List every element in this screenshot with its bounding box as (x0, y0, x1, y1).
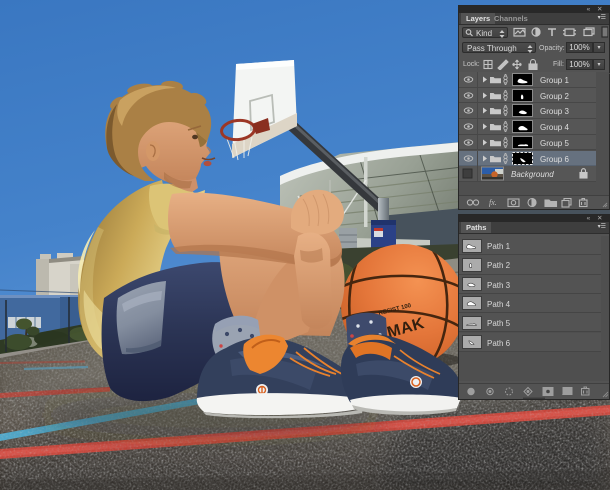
svg-text:fx.: fx. (489, 198, 497, 207)
